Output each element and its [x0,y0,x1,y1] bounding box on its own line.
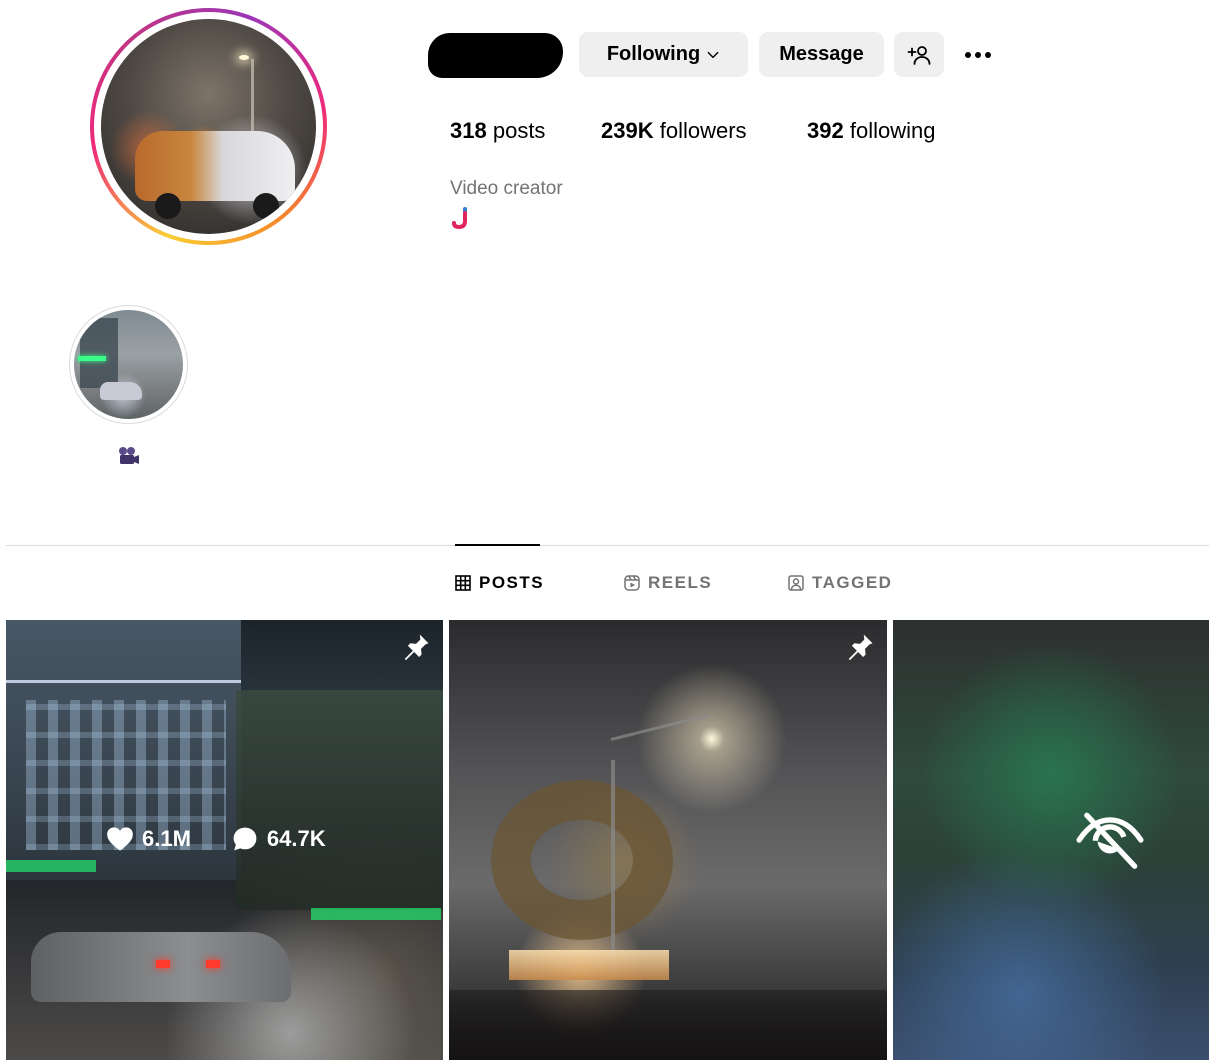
likes-count: 6.1M [142,826,191,851]
reels-icon [624,575,640,591]
add-user-icon [907,45,931,65]
highlight-image [74,310,183,419]
likes-stat: 6.1M [106,826,191,852]
active-tab-indicator [455,544,540,546]
tab-posts-label: POSTS [479,573,545,592]
more-dot [985,52,991,58]
avatar-streetlamp [239,55,249,60]
pinned-icon [848,634,873,661]
highlight-car [100,382,142,400]
following-count-value: 392 [807,118,844,143]
story-highlight[interactable] [69,305,188,424]
post-scene-building [236,690,443,910]
tabs-divider [6,545,1209,546]
tab-posts[interactable]: POSTS [455,572,544,594]
bio-category: Video creator [450,178,563,199]
avatar-image [101,19,316,234]
post-hover-stats: 6.1M 64.7K [106,826,326,852]
message-label: Message [779,43,864,65]
profile-avatar[interactable] [90,8,327,245]
post-scene-donut-sign [491,780,673,940]
post-scene-crowd [449,990,887,1060]
heart-icon [107,827,133,851]
more-options-icon[interactable] [955,40,1001,70]
post-thumbnail[interactable]: 6.1M 64.7K [6,620,443,1060]
post-scene-shop [509,950,669,980]
avatar-gap [94,12,323,241]
tab-tagged[interactable]: TAGGED [788,572,892,594]
posts-count: 318 posts [450,118,545,144]
suggested-accounts-button[interactable] [894,32,944,77]
hook-emoji [452,207,467,230]
following-count[interactable]: 392 following [807,118,935,144]
post-scene-edge-light [6,680,241,683]
grid-icon [455,575,471,591]
pinned-icon [404,634,429,661]
eye-off-icon [1076,812,1144,869]
more-dot [965,52,971,58]
tab-reels-label: REELS [648,573,713,592]
tagged-icon [788,575,804,591]
message-button[interactable]: Message [759,32,884,77]
post-scene-sign [311,908,441,920]
highlight-sign [78,356,106,361]
post-scene-taillight [206,960,220,968]
comment-icon [233,827,257,851]
film-camera-emoji [119,447,139,464]
following-label: Following [606,43,701,65]
post-scene-taillight [156,960,170,968]
followers-count-label: followers [659,118,747,143]
following-count-label: following [849,118,936,143]
post-scene-sign [6,860,96,872]
posts-count-label: posts [492,118,546,143]
avatar-car [135,131,295,219]
post-thumbnail-hidden[interactable] [893,620,1209,1060]
followers-count-value: 239K [601,118,654,143]
more-dot [975,52,981,58]
tab-reels[interactable]: REELS [624,572,712,594]
comments-stat: 64.7K [231,826,326,852]
comments-count: 64.7K [266,826,326,851]
post-scene-pole-arm [610,713,709,741]
chevron-down-icon [707,51,719,58]
following-button[interactable]: Following [579,32,748,77]
posts-count-value: 318 [450,118,487,143]
highlight-building [80,318,118,388]
avatar-pole [251,59,254,139]
post-scene-pole [611,760,615,970]
tab-tagged-label: TAGGED [812,573,893,592]
followers-count[interactable]: 239K followers [601,118,747,144]
post-thumbnail[interactable] [449,620,887,1060]
username-redacted [428,33,563,78]
